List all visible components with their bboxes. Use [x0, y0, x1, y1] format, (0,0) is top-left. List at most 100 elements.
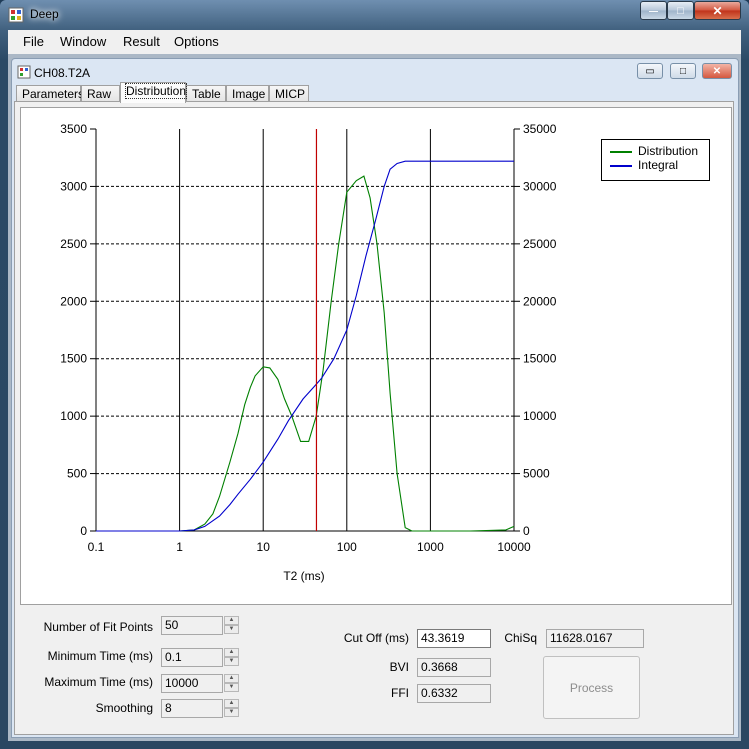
spin-up-icon[interactable]: ▲ — [224, 648, 239, 657]
child-close-button[interactable]: ✕ — [702, 63, 732, 79]
chart-container: 0.1 1 10 100 1000 10000 0 0 500 5000 1000 10000 1500… — [20, 107, 732, 605]
tab-micp[interactable]: MICP — [269, 85, 309, 102]
legend-label-integral: Integral — [638, 158, 679, 172]
y-left-tick-label: 3000 — [60, 179, 87, 193]
tab-label: Image — [232, 87, 266, 101]
title-bar[interactable]: Deep — □ ✕ — [0, 0, 749, 30]
smoothing-spinner[interactable]: ▲ ▼ — [224, 699, 239, 718]
smoothing-field[interactable]: 8 — [161, 699, 223, 718]
close-icon: ✕ — [712, 3, 723, 18]
x-tick-label: 1000 — [417, 540, 444, 554]
minimize-icon: — — [649, 5, 658, 16]
min-time-label: Minimum Time (ms) — [47, 649, 153, 663]
spin-up-icon[interactable]: ▲ — [224, 616, 239, 625]
y-left-tick-label: 500 — [67, 467, 87, 481]
window-title: Deep — [30, 7, 59, 21]
fit-points-spinner[interactable]: ▲ ▼ — [224, 616, 239, 635]
app-icon — [8, 7, 24, 23]
bvi-value: 0.3668 — [417, 658, 491, 677]
menu-bar: File Window Result Options — [8, 30, 741, 54]
chart-grid — [90, 128, 520, 532]
y-right-tick-label: 20000 — [523, 294, 557, 308]
min-time-field[interactable]: 0.1 — [161, 648, 223, 667]
child-window-title: CH08.T2A — [34, 66, 91, 80]
menu-options[interactable]: Options — [174, 34, 219, 49]
chisq-value: 11628.0167 — [546, 629, 644, 648]
max-time-field[interactable]: 10000 — [161, 674, 223, 693]
series-line-distribution — [96, 175, 515, 532]
legend-label-distribution: Distribution — [638, 144, 699, 158]
distribution-tab-panel: 0.1 1 10 100 1000 10000 0 0 500 5000 1000 10000 1500… — [14, 101, 734, 735]
tab-image[interactable]: Image — [226, 85, 269, 102]
x-tick-label: 100 — [337, 540, 357, 554]
document-icon — [17, 65, 31, 79]
spin-up-icon[interactable]: ▲ — [224, 674, 239, 683]
maximize-button[interactable]: □ — [667, 1, 694, 20]
x-tick-label: 10 — [257, 540, 271, 554]
maximize-icon: □ — [677, 4, 684, 17]
bvi-label: BVI — [389, 660, 409, 674]
y-left-tick-label: 2000 — [60, 294, 87, 308]
t2-distribution-chart: 0.1 1 10 100 1000 10000 0 0 500 5000 1000 10000 1500… — [60, 122, 557, 583]
tab-label: Distribution — [124, 83, 188, 99]
tab-distribution[interactable]: Distribution — [120, 82, 188, 103]
tab-label: Parameters — [22, 87, 85, 101]
y-right-tick-label: 30000 — [523, 179, 557, 193]
spin-up-icon[interactable]: ▲ — [224, 699, 239, 708]
spin-down-icon[interactable]: ▼ — [224, 625, 239, 634]
tab-table[interactable]: Table — [186, 85, 226, 102]
spin-down-icon[interactable]: ▼ — [224, 708, 239, 717]
legend-swatch-distribution — [610, 151, 632, 153]
y-left-tick-label: 1500 — [60, 352, 87, 366]
y-left-tick-label: 2500 — [60, 237, 87, 251]
tab-raw[interactable]: Raw — [81, 85, 120, 102]
ffi-label: FFI — [391, 686, 409, 700]
mdi-client-area: CH08.T2A ▭ □ ✕ Parameters Raw Distributi… — [8, 54, 741, 741]
y-right-tick-label: 10000 — [523, 409, 557, 423]
child-minimize-button[interactable]: ▭ — [637, 63, 663, 79]
chart-legend: Distribution Integral — [601, 139, 710, 181]
minimize-icon: ▭ — [645, 65, 655, 77]
legend-swatch-integral — [610, 165, 632, 167]
menu-window[interactable]: Window — [60, 34, 106, 49]
child-window: CH08.T2A ▭ □ ✕ Parameters Raw Distributi… — [11, 58, 739, 738]
spin-down-icon[interactable]: ▼ — [224, 657, 239, 666]
y-right-tick-label: 25000 — [523, 237, 557, 251]
close-button[interactable]: ✕ — [694, 1, 741, 20]
tab-strip: Parameters Raw Distribution Table Image … — [14, 81, 734, 103]
ffi-value: 0.6332 — [417, 684, 491, 703]
y-right-tick-label: 35000 — [523, 122, 557, 136]
x-tick-label: 0.1 — [88, 540, 105, 554]
chisq-label: ChiSq — [504, 631, 537, 645]
chart-series — [96, 129, 515, 532]
menu-result[interactable]: Result — [123, 34, 160, 49]
y-right-tick-label: 5000 — [523, 467, 550, 481]
x-tick-label: 10000 — [497, 540, 531, 554]
series-line-integral — [96, 160, 514, 532]
smoothing-label: Smoothing — [95, 701, 153, 715]
app-window: Deep — □ ✕ File Window Result Options CH… — [0, 0, 749, 749]
child-maximize-button[interactable]: □ — [670, 63, 696, 79]
fit-points-field[interactable]: 50 — [161, 616, 223, 635]
y-left-tick-label: 3500 — [60, 122, 87, 136]
tab-label: Raw — [87, 87, 112, 101]
maximize-icon: □ — [679, 65, 687, 77]
tab-parameters[interactable]: Parameters — [16, 85, 85, 102]
y-left-tick-label: 0 — [80, 524, 87, 538]
process-button[interactable]: Process — [543, 656, 640, 719]
y-right-tick-label: 0 — [523, 524, 530, 538]
fit-points-label: Number of Fit Points — [43, 620, 153, 634]
close-icon: ✕ — [712, 65, 722, 77]
x-axis-label: T2 (ms) — [283, 569, 324, 583]
menu-file[interactable]: File — [23, 34, 44, 49]
minimize-button[interactable]: — — [640, 1, 667, 20]
tab-label: Table — [192, 87, 221, 101]
max-time-label: Maximum Time (ms) — [44, 675, 153, 689]
min-time-spinner[interactable]: ▲ ▼ — [224, 648, 239, 667]
y-right-tick-label: 15000 — [523, 352, 557, 366]
x-tick-label: 1 — [176, 540, 183, 554]
max-time-spinner[interactable]: ▲ ▼ — [224, 674, 239, 693]
spin-down-icon[interactable]: ▼ — [224, 683, 239, 692]
cutoff-label: Cut Off (ms) — [343, 631, 409, 645]
cutoff-field[interactable]: 43.3619 — [417, 629, 491, 648]
